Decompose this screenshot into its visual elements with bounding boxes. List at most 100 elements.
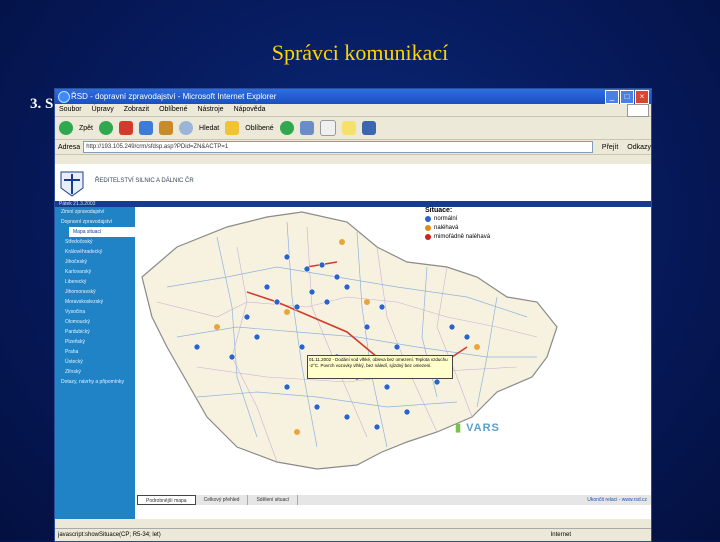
stop-icon[interactable]	[119, 121, 134, 135]
footer-link[interactable]: Ukončit relaci - www.rsd.cz	[587, 495, 647, 505]
sidebar-item[interactable]: Praha	[55, 347, 135, 357]
situation-marker[interactable]	[303, 265, 311, 273]
situation-marker[interactable]	[313, 403, 321, 411]
close-button[interactable]: ×	[635, 90, 649, 104]
situation-marker[interactable]	[298, 343, 306, 351]
print-icon[interactable]	[341, 121, 356, 135]
cz-road-map[interactable]	[137, 207, 647, 497]
tab-overview[interactable]: Celkový přehled	[196, 495, 249, 505]
sidebar: Zimní zpravodajství Dopravní zpravodajstv…	[55, 207, 135, 519]
situation-marker[interactable]	[283, 253, 291, 261]
situation-marker[interactable]	[333, 273, 341, 281]
sidebar-item[interactable]: Moravskoslezský	[55, 297, 135, 307]
situation-marker[interactable]	[263, 283, 271, 291]
vars-logo-mark: ▮	[455, 422, 467, 434]
bottom-tabs: Podrobnější mapa Celkový přehled Sdělení…	[137, 495, 651, 505]
address-label: Adresa	[58, 143, 81, 151]
sidebar-item[interactable]: Středočeský	[55, 237, 135, 247]
menu-favorites[interactable]: Oblíbené	[159, 104, 187, 116]
go-button[interactable]: Přejít	[596, 144, 624, 151]
favorites-star-icon[interactable]	[225, 121, 240, 135]
situation-marker[interactable]	[293, 303, 301, 311]
situation-marker[interactable]	[463, 333, 471, 341]
sidebar-item[interactable]: Jihočeský	[55, 257, 135, 267]
mail-icon[interactable]	[319, 120, 336, 136]
map-area: Situace: normální naléhavá mimořádně nal…	[137, 207, 647, 497]
vars-logo: ▮ VARS	[455, 421, 500, 434]
site-header: ŘEDITELSTVÍ SILNIC A DÁLNIC ČR	[55, 164, 651, 202]
sidebar-item[interactable]: Mapa situací	[69, 227, 135, 237]
tab-situation-reports[interactable]: Sdělení situací	[248, 495, 299, 505]
legend-item-normal: normální	[425, 214, 490, 223]
sidebar-item[interactable]: Královéhradecký	[55, 247, 135, 257]
edit-icon[interactable]	[361, 121, 376, 135]
tab-detailed-map[interactable]: Podrobnější mapa	[137, 495, 196, 505]
situation-marker[interactable]	[283, 383, 291, 391]
situation-marker[interactable]	[433, 378, 441, 386]
situation-marker[interactable]	[308, 288, 316, 296]
address-input[interactable]: http://193.105.249/crm/sfdsp.asp?PDid=ZN…	[83, 141, 593, 153]
sidebar-item[interactable]: Olomoucký	[55, 317, 135, 327]
situation-marker[interactable]	[253, 333, 261, 341]
status-bar: javascript:showSituace(CP; R5-34; let) I…	[55, 528, 651, 541]
history-icon[interactable]	[299, 121, 314, 135]
slide-title: Správci komunikací	[271, 40, 449, 65]
situation-marker[interactable]	[383, 383, 391, 391]
situation-marker[interactable]	[403, 408, 411, 416]
minimize-button[interactable]: _	[605, 90, 619, 104]
situation-marker[interactable]	[378, 303, 386, 311]
menu-bar: Soubor Úpravy Zobrazit Oblíbené Nástroje…	[55, 104, 651, 117]
maximize-button[interactable]: □	[620, 90, 634, 104]
menu-edit[interactable]: Úpravy	[92, 104, 114, 116]
critical-situation-icon	[425, 233, 431, 240]
media-icon[interactable]	[279, 121, 294, 135]
situation-marker[interactable]	[343, 413, 351, 421]
page-viewport: ŘEDITELSTVÍ SILNIC A DÁLNIC ČR Pátek 21.…	[55, 164, 651, 519]
situation-marker[interactable]	[228, 353, 236, 361]
sidebar-item[interactable]: Pardubický	[55, 327, 135, 337]
sidebar-item[interactable]: Dopravní zpravodajství	[55, 217, 135, 227]
window-titlebar[interactable]: ŘSD - dopravní zpravodajství - Microsoft…	[55, 89, 651, 104]
sidebar-item[interactable]: Liberecký	[55, 277, 135, 287]
sidebar-item[interactable]: Ústecký	[55, 357, 135, 367]
refresh-icon[interactable]	[139, 121, 154, 135]
situation-marker[interactable]	[323, 298, 331, 306]
situation-marker[interactable]	[193, 343, 201, 351]
internet-zone: Internet	[550, 532, 571, 538]
menu-help[interactable]: Nápověda	[234, 104, 266, 116]
sidebar-item[interactable]: Jihomoravský	[55, 287, 135, 297]
situation-marker[interactable]	[318, 261, 326, 269]
home-icon[interactable]	[159, 121, 174, 135]
situation-marker[interactable]	[243, 313, 251, 321]
menu-file[interactable]: Soubor	[59, 104, 82, 116]
situation-marker[interactable]	[373, 423, 381, 431]
address-bar: Adresa http://193.105.249/crm/sfdsp.asp?…	[55, 140, 651, 155]
situation-marker[interactable]	[363, 323, 371, 331]
window-title: ŘSD - dopravní zpravodajství - Microsoft…	[71, 92, 277, 101]
menu-view[interactable]: Zobrazit	[124, 104, 149, 116]
back-label[interactable]: Zpět	[79, 125, 93, 132]
search-icon[interactable]	[179, 121, 194, 135]
back-arrow-icon[interactable]	[59, 121, 73, 135]
sidebar-item[interactable]: Karlovarský	[55, 267, 135, 277]
situation-marker[interactable]	[273, 298, 281, 306]
sidebar-item[interactable]: Zimní zpravodajství	[55, 207, 135, 217]
sidebar-item[interactable]: Zlínský	[55, 367, 135, 377]
internet-explorer-icon	[58, 91, 70, 103]
legend-item-critical: mimořádně naléhavá	[425, 232, 490, 241]
sidebar-item[interactable]: Dotazy, návrhy a připomínky	[55, 377, 135, 387]
search-label[interactable]: Hledat	[199, 125, 219, 132]
toolbar: Zpět Hledat Oblíbené	[55, 117, 651, 140]
situation-marker[interactable]	[393, 343, 401, 351]
situation-marker[interactable]	[343, 283, 351, 291]
favorites-label[interactable]: Oblíbené	[245, 125, 273, 132]
menu-tools[interactable]: Nástroje	[197, 104, 223, 116]
vars-logo-text: VARS	[466, 422, 500, 434]
legend-label-critical: mimořádně naléhavá	[434, 233, 491, 240]
links-label[interactable]: Odkazy	[627, 144, 651, 151]
situation-marker[interactable]	[448, 323, 456, 331]
forward-arrow-icon[interactable]	[99, 121, 114, 135]
sidebar-item[interactable]: Vysočina	[55, 307, 135, 317]
legend-label-normal: normální	[434, 215, 458, 222]
sidebar-item[interactable]: Plzeňský	[55, 337, 135, 347]
